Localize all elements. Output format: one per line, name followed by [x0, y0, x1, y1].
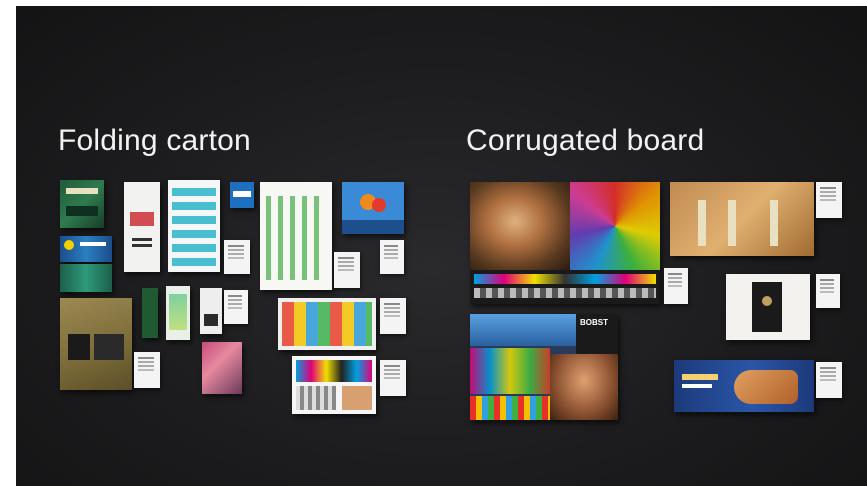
- image-border-left: [0, 0, 16, 486]
- folding-carton-sample-green-carton: [142, 288, 158, 338]
- info-card: [816, 182, 842, 218]
- folding-carton-sample-pastel-pack: [166, 286, 190, 340]
- folding-carton-sample-cyan-grid: [168, 180, 220, 272]
- corrugated-board-sample-wine-bottles: [670, 182, 814, 256]
- info-card: [380, 360, 406, 396]
- info-card: [334, 252, 360, 288]
- folding-carton-sample-green-bottles-sheet: [260, 182, 332, 290]
- info-card: [816, 274, 840, 308]
- info-card: [224, 240, 250, 274]
- folding-carton-sample-colorful-sheet: [278, 298, 376, 350]
- folding-carton-sample-white-tube-box: [200, 288, 222, 334]
- info-card: [664, 268, 688, 304]
- brand-mark-text: BOBST: [580, 318, 608, 327]
- folding-carton-sample-colour-bars: [292, 356, 376, 414]
- folding-carton-sample-small-blue-pack: [230, 182, 254, 208]
- folding-carton-sample-pink-sheet: [202, 342, 242, 394]
- folding-carton-sample-fruit-box: [342, 182, 404, 234]
- heading-corrugated-board: Corrugated board: [466, 124, 705, 157]
- info-card: [380, 240, 404, 274]
- folding-carton-sample-blue-sheet: [60, 236, 112, 262]
- info-card: [380, 298, 406, 334]
- info-card: [816, 362, 842, 398]
- info-card: [224, 290, 248, 324]
- heading-folding-carton: Folding carton: [58, 124, 251, 157]
- info-card: [134, 352, 160, 388]
- image-border-top: [0, 0, 867, 6]
- folding-carton-sample-white-box: [124, 182, 160, 272]
- folding-carton-sample-gold-box: [60, 298, 132, 390]
- corrugated-board-sample-ham-package: [674, 360, 814, 412]
- folding-carton-sample-teal-sheet: [60, 264, 112, 292]
- corrugated-board-sample-dieline-box: [726, 274, 810, 340]
- folding-carton-sample-green-box: [60, 180, 104, 228]
- corrugated-board-sample-test-chart-poster: BOBST: [470, 314, 618, 420]
- corrugated-board-sample-lion-portrait-poster: [470, 182, 660, 304]
